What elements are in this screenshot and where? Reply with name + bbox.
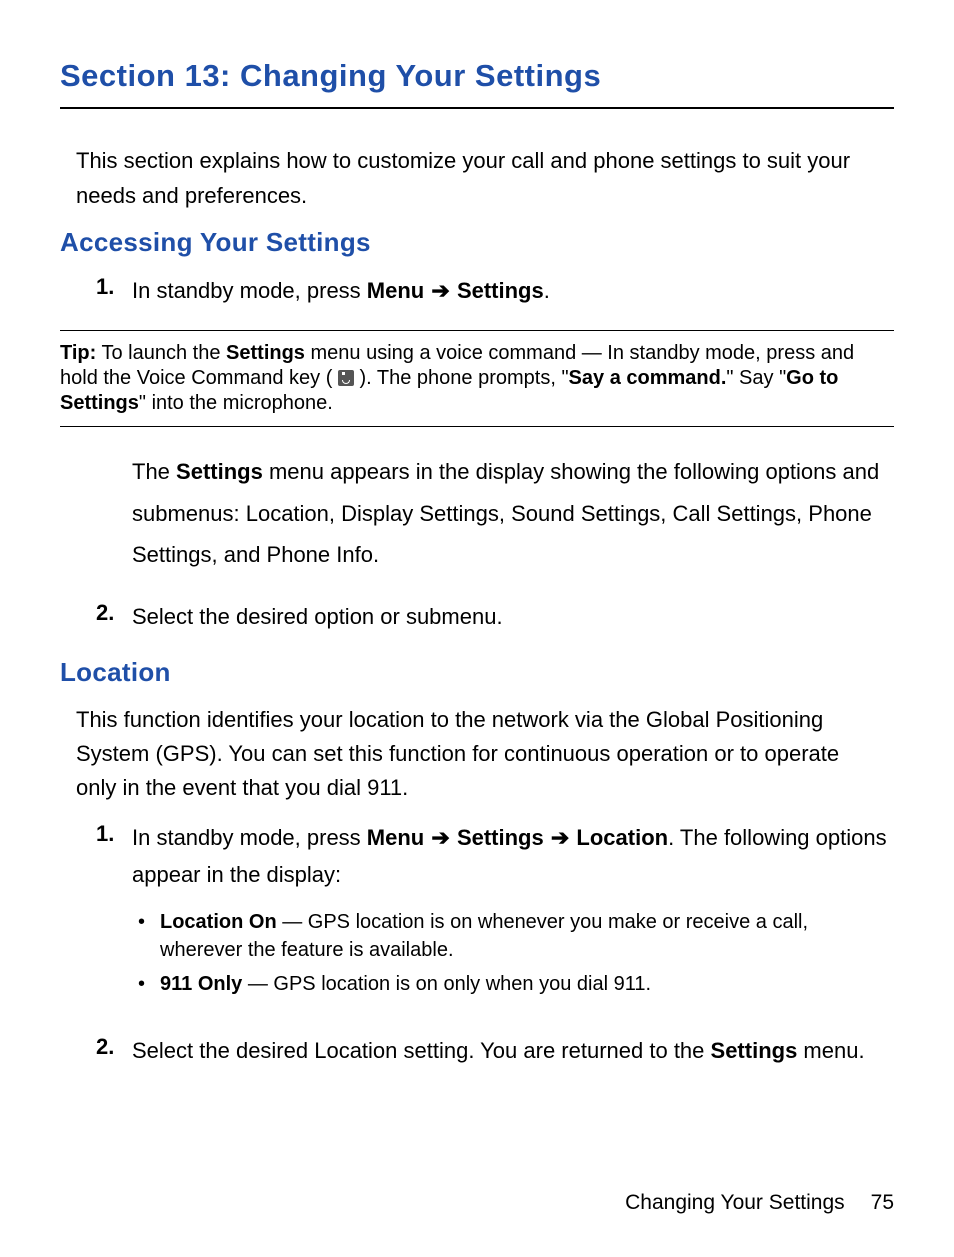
list-item: • Location On — GPS location is on whene… [138, 908, 894, 964]
bullet-icon: • [138, 908, 145, 936]
step-text: In standby mode, press Menu ➔ Settings. [132, 272, 894, 309]
text-fragment: Settings [226, 342, 305, 364]
location-step-2: 2. Select the desired Location setting. … [96, 1032, 894, 1069]
tip-label: Tip: [60, 342, 96, 364]
step-number: 2. [96, 598, 132, 635]
accessing-step-2: 2. Select the desired option or submenu. [96, 598, 894, 635]
text-fragment: " into the microphone. [139, 392, 333, 414]
section-title: Section 13: Changing Your Settings [60, 55, 894, 109]
step-number: 2. [96, 1032, 132, 1069]
option-title: 911 Only [160, 973, 242, 995]
heading-location: Location [60, 655, 894, 690]
text-fragment: . [544, 278, 550, 303]
page-number: 75 [871, 1191, 894, 1214]
heading-accessing: Accessing Your Settings [60, 225, 894, 260]
text-fragment: In standby mode, press [132, 278, 367, 303]
accessing-step-1: 1. In standby mode, press Menu ➔ Setting… [96, 272, 894, 309]
text-fragment: In standby mode, press [132, 825, 367, 850]
step-text: In standby mode, press Menu ➔ Settings ➔… [132, 819, 894, 1012]
text-fragment: Settings [711, 1038, 798, 1063]
page-footer: Changing Your Settings 75 [60, 1189, 894, 1217]
tip-box: Tip: To launch the Settings menu using a… [60, 330, 894, 427]
intro-text: This section explains how to customize y… [76, 143, 878, 213]
menu-label: Menu [367, 278, 424, 303]
location-intro: This function identifies your location t… [76, 703, 878, 805]
step-number: 1. [96, 819, 132, 1012]
text-fragment: " Say " [726, 367, 786, 389]
arrow-icon: ➔ [550, 825, 570, 850]
step-text: Select the desired Location setting. You… [132, 1032, 894, 1069]
text-fragment: Settings [176, 459, 263, 484]
text-fragment: Say a command. [569, 367, 727, 389]
settings-label: Settings [457, 278, 544, 303]
settings-label: Settings [457, 825, 544, 850]
location-options-list: • Location On — GPS location is on whene… [138, 908, 894, 998]
footer-section-name: Changing Your Settings [625, 1191, 845, 1214]
option-title: Location On [160, 911, 277, 933]
menu-label: Menu [367, 825, 424, 850]
text-fragment: The [132, 459, 176, 484]
option-desc: — GPS location is on only when you dial … [242, 973, 651, 995]
text-fragment: To launch the [96, 342, 226, 364]
list-item: • 911 Only — GPS location is on only whe… [138, 970, 894, 998]
text-fragment: ). The phone prompts, " [354, 367, 569, 389]
arrow-icon: ➔ [430, 825, 450, 850]
text-fragment: Select the desired Location setting. You… [132, 1038, 711, 1063]
location-label: Location [576, 825, 668, 850]
bullet-icon: • [138, 970, 145, 998]
step-text: Select the desired option or submenu. [132, 598, 894, 635]
settings-menu-description: The Settings menu appears in the display… [132, 451, 894, 576]
arrow-icon: ➔ [430, 278, 450, 303]
location-step-1: 1. In standby mode, press Menu ➔ Setting… [96, 819, 894, 1012]
step-number: 1. [96, 272, 132, 309]
voice-command-icon [338, 370, 354, 386]
text-fragment: menu. [797, 1038, 864, 1063]
